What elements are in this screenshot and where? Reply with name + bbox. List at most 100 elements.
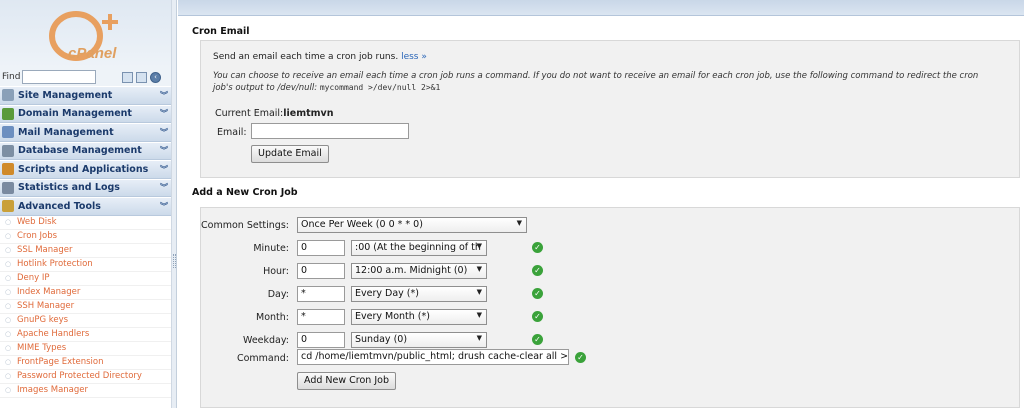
command-input[interactable]: cd /home/liemtmvn/public_html; drush cac… (297, 349, 569, 365)
chevron-down-icon[interactable]: ︾ (157, 201, 171, 212)
sidebar-category-label: Scripts and Applications (18, 163, 149, 175)
sidebar-item-label: FrontPage Extension (17, 357, 104, 367)
chevron-down-icon[interactable]: ︾ (157, 90, 171, 101)
update-email-button[interactable]: Update Email (251, 145, 329, 163)
sidebar-category-mail-management[interactable]: Mail Management ︾ (0, 123, 171, 142)
sidebar-item-ssl-manager[interactable]: ○ SSL Manager (0, 244, 171, 258)
dropdown-arrow-icon: ▼ (516, 219, 522, 227)
sidebar-item-label: Apache Handlers (17, 329, 90, 339)
day-select[interactable]: Every Day (*) ▼ (351, 286, 487, 302)
sidebar-item-apache-handlers[interactable]: ○ Apache Handlers (0, 328, 171, 342)
hour-select[interactable]: 12:00 a.m. Midnight (0) ▼ (351, 263, 487, 279)
minute-select[interactable]: :00 (At the beginning of th ▼ (351, 240, 487, 256)
sidebar-item-label: Cron Jobs (17, 231, 58, 241)
sidebar-item-label: Index Manager (17, 287, 81, 297)
sidebar-item-web-disk[interactable]: ○ Web Disk (0, 216, 171, 230)
email-label: Email: (217, 127, 247, 138)
weekday-select-value: Sunday (0) (355, 334, 408, 345)
sidebar-item-deny-ip[interactable]: ○ Deny IP (0, 272, 171, 286)
chevron-down-icon[interactable]: ︾ (157, 108, 171, 119)
sidebar-item-label: SSL Manager (17, 245, 73, 255)
sidebar-item-mime-types[interactable]: ○ MIME Types (0, 342, 171, 356)
bullet-icon: ○ (5, 344, 12, 352)
current-email-label: Current Email: (215, 108, 284, 119)
common-settings-select[interactable]: Once Per Week (0 0 * * 0) ▼ (297, 217, 527, 233)
sidebar-category-label: Database Management (18, 145, 142, 157)
sidebar-item-frontpage-extension[interactable]: ○ FrontPage Extension (0, 356, 171, 370)
add-cron-job-button[interactable]: Add New Cron Job (297, 372, 396, 390)
cron-email-note: You can choose to receive an email each … (213, 70, 1013, 94)
note-command: mycommand >/dev/null 2>&1 (319, 83, 441, 92)
chevron-down-icon[interactable]: ︾ (157, 182, 171, 193)
chevron-down-icon[interactable]: ︾ (157, 164, 171, 175)
email-input[interactable] (251, 123, 409, 139)
weekday-select[interactable]: Sunday (0) ▼ (351, 332, 487, 348)
bullet-icon: ○ (5, 372, 12, 380)
bullet-icon: ○ (5, 386, 12, 394)
sidebar-item-cron-jobs[interactable]: ○ Cron Jobs (0, 230, 171, 244)
find-input[interactable] (22, 70, 96, 84)
sidebar-item-images-manager[interactable]: ○ Images Manager (0, 384, 171, 398)
minute-input[interactable]: 0 (297, 240, 345, 256)
dropdown-arrow-icon: ▼ (476, 288, 482, 296)
cron-email-title: Cron Email (192, 26, 250, 37)
bullet-icon: ○ (5, 358, 12, 366)
bullet-icon: ○ (5, 302, 12, 310)
sidebar-item-hotlink-protection[interactable]: ○ Hotlink Protection (0, 258, 171, 272)
intro-text: Send an email each time a cron job runs. (213, 52, 399, 62)
sidebar: cPanel Find ‹ Site Management ︾ Domain Man… (0, 0, 172, 408)
day-input[interactable]: * (297, 286, 345, 302)
sidebar-item-label: SSH Manager (17, 301, 75, 311)
sidebar-category-scripts-and-applications[interactable]: Scripts and Applications ︾ (0, 160, 171, 179)
sidebar-item-password-protected-directory[interactable]: ○ Password Protected Directory (0, 370, 171, 384)
month-select[interactable]: Every Month (*) ▼ (351, 309, 487, 325)
sidebar-item-label: MIME Types (17, 343, 67, 353)
month-select-value: Every Month (*) (355, 311, 430, 322)
logo-text: cPanel (68, 45, 117, 62)
note-line-2-prefix: job's output to /dev/null: (213, 83, 318, 93)
list-view-icon[interactable] (136, 71, 147, 83)
chevron-down-icon[interactable]: ︾ (157, 127, 171, 138)
bullet-icon: ○ (5, 274, 12, 282)
weekday-input[interactable]: 0 (297, 332, 345, 348)
command-valid-check-icon: ✓ (575, 352, 586, 363)
globe-icon (2, 107, 14, 120)
sidebar-category-label: Advanced Tools (18, 200, 101, 212)
hour-input[interactable]: 0 (297, 263, 345, 279)
day-label: Day: (267, 289, 289, 300)
month-valid-check-icon: ✓ (532, 311, 543, 322)
sidebar-category-statistics-and-logs[interactable]: Statistics and Logs ︾ (0, 178, 171, 197)
hour-label: Hour: (263, 266, 289, 277)
sidebar-category-database-management[interactable]: Database Management ︾ (0, 141, 171, 160)
sidebar-category-site-management[interactable]: Site Management ︾ (0, 86, 171, 105)
sidebar-category-domain-management[interactable]: Domain Management ︾ (0, 104, 171, 123)
find-view-buttons: ‹ (122, 71, 161, 83)
new-cron-panel: Common Settings: Once Per Week (0 0 * * … (200, 207, 1020, 408)
sidebar-category-label: Mail Management (18, 126, 114, 138)
collapse-left-icon[interactable]: ‹ (150, 71, 161, 83)
current-email: Current Email:liemtmvn (215, 108, 334, 119)
month-input[interactable]: * (297, 309, 345, 325)
grid-view-icon[interactable] (122, 71, 133, 83)
note-line-2: job's output to /dev/null: mycommand >/d… (213, 82, 1013, 94)
bullet-icon: ○ (5, 260, 12, 268)
day-valid-check-icon: ✓ (532, 288, 543, 299)
common-settings-label: Common Settings: (201, 220, 289, 231)
sidebar-splitter[interactable] (172, 0, 177, 408)
note-line-1: You can choose to receive an email each … (213, 71, 979, 81)
sidebar-category-advanced-tools[interactable]: Advanced Tools ︾ (0, 197, 171, 216)
chevron-down-icon[interactable]: ︾ (157, 145, 171, 156)
dropdown-arrow-icon: ▼ (476, 265, 482, 273)
sidebar-item-ssh-manager[interactable]: ○ SSH Manager (0, 300, 171, 314)
stats-icon (2, 181, 14, 194)
hour-select-value: 12:00 a.m. Midnight (0) (355, 265, 468, 276)
bullet-icon: ○ (5, 218, 12, 226)
splitter-grip[interactable] (173, 254, 176, 268)
advanced-tools-list: ○ Web Disk ○ Cron Jobs ○ SSL Manager ○ Hotlink … (0, 216, 171, 398)
less-link[interactable]: less » (401, 52, 427, 62)
find-label: Find (2, 72, 21, 82)
sidebar-item-gnupg-keys[interactable]: ○ GnuPG keys (0, 314, 171, 328)
new-cron-title: Add a New Cron Job (192, 187, 298, 198)
sidebar-item-index-manager[interactable]: ○ Index Manager (0, 286, 171, 300)
weekday-valid-check-icon: ✓ (532, 334, 543, 345)
